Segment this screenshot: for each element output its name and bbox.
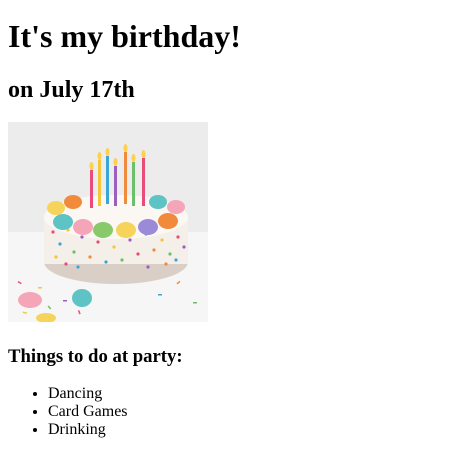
birthday-cake-image <box>8 122 208 322</box>
list-item: Dancing <box>48 385 128 403</box>
page-subtitle: on July 17th <box>8 77 135 103</box>
party-activities-heading: Things to do at party: <box>8 346 183 367</box>
list-item: Drinking <box>48 421 128 439</box>
page: It's my birthday! on July 17th Things to… <box>0 0 469 453</box>
list-item: Card Games <box>48 403 128 421</box>
page-title: It's my birthday! <box>8 18 241 54</box>
activities-list: Dancing Card Games Drinking <box>8 385 128 439</box>
